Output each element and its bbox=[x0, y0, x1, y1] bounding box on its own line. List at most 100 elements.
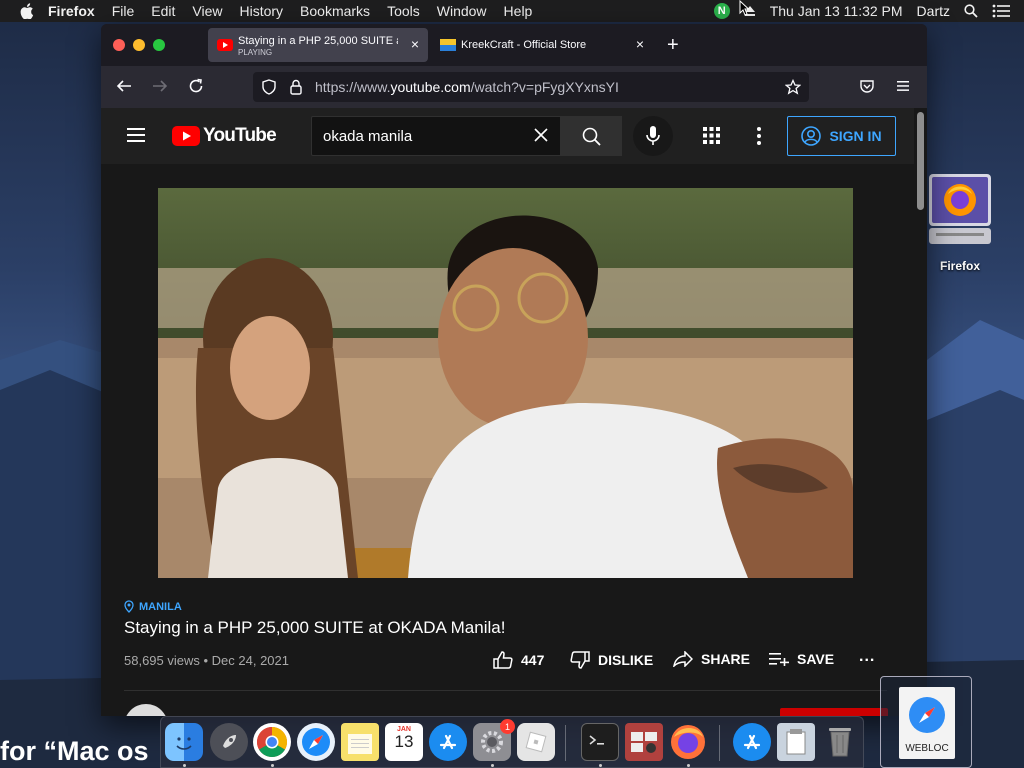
safari-compass-icon bbox=[909, 697, 945, 733]
n-app-icon[interactable]: N bbox=[713, 3, 730, 19]
menu-view[interactable]: View bbox=[192, 3, 222, 19]
terminal-prompt-icon bbox=[589, 735, 604, 745]
section-divider bbox=[124, 690, 887, 691]
youtube-header: YouTube okada manila SIGN IN bbox=[101, 108, 914, 164]
account-icon bbox=[801, 126, 822, 146]
terminal-icon[interactable] bbox=[581, 723, 619, 761]
sign-in-button[interactable]: SIGN IN bbox=[787, 116, 896, 156]
location-pin-icon bbox=[124, 600, 134, 613]
menu-edit[interactable]: Edit bbox=[151, 3, 175, 19]
menu-history[interactable]: History bbox=[239, 3, 283, 19]
new-tab-button[interactable]: + bbox=[667, 34, 679, 57]
notes-page-icon bbox=[348, 734, 372, 754]
sign-in-label: SIGN IN bbox=[829, 128, 882, 144]
safari-dock-compass-icon bbox=[302, 728, 330, 756]
apple-icon[interactable] bbox=[20, 3, 34, 19]
back-arrow-icon[interactable] bbox=[116, 78, 132, 94]
video-location[interactable]: MANILA bbox=[124, 600, 182, 613]
finder-running-dot bbox=[183, 764, 186, 767]
document-stack-icon bbox=[786, 729, 806, 755]
zoom-window-button[interactable] bbox=[153, 39, 165, 51]
desktop-webloc-file[interactable]: WEBLOC bbox=[880, 676, 972, 768]
chrome-icon[interactable] bbox=[253, 723, 291, 761]
firefox-disk-icon bbox=[929, 174, 991, 244]
scrollbar-thumb[interactable] bbox=[917, 112, 924, 210]
calendar-icon[interactable]: JAN 13 bbox=[385, 723, 423, 761]
voice-search-button[interactable] bbox=[633, 116, 673, 156]
close-window-button[interactable] bbox=[113, 39, 125, 51]
kreekcraft-favicon-icon bbox=[440, 39, 456, 51]
firefox-dock-icon[interactable] bbox=[669, 723, 707, 761]
channel-avatar[interactable] bbox=[124, 704, 168, 716]
clear-search-icon[interactable] bbox=[532, 126, 550, 144]
photo-booth-icon[interactable] bbox=[625, 723, 663, 761]
apps-grid-icon[interactable] bbox=[703, 127, 720, 144]
tab-youtube[interactable]: Staying in a PHP 25,000 SUITE at OKADA M… bbox=[208, 28, 428, 62]
launchpad-icon[interactable] bbox=[210, 723, 248, 761]
search-input[interactable]: okada manila bbox=[311, 116, 561, 156]
url-bar[interactable]: https://www.youtube.com/watch?v=pFygXYxn… bbox=[253, 72, 809, 102]
menu-tools[interactable]: Tools bbox=[387, 3, 420, 19]
menubar-user[interactable]: Dartz bbox=[917, 3, 950, 19]
video-player[interactable] bbox=[158, 188, 853, 578]
app-store-a-icon bbox=[439, 734, 457, 750]
spotlight-search-icon[interactable] bbox=[964, 4, 978, 18]
roblox-icon[interactable] bbox=[517, 723, 555, 761]
youtube-page: YouTube okada manila SIGN IN MANILA Stay… bbox=[101, 108, 927, 716]
menu-firefox[interactable]: Firefox bbox=[48, 3, 95, 19]
like-button[interactable]: 447 bbox=[493, 651, 544, 669]
reload-icon[interactable] bbox=[188, 78, 204, 94]
dislike-button[interactable]: DISLIKE bbox=[570, 651, 653, 669]
location-label: MANILA bbox=[139, 600, 182, 613]
save-button[interactable]: SAVE bbox=[769, 651, 834, 667]
firefox-window: Staying in a PHP 25,000 SUITE at OKADA M… bbox=[101, 24, 927, 716]
notes-icon[interactable] bbox=[341, 723, 379, 761]
microphone-icon bbox=[646, 126, 660, 145]
settings-more-icon[interactable] bbox=[756, 127, 762, 145]
menu-window[interactable]: Window bbox=[437, 3, 487, 19]
chrome-logo-icon bbox=[256, 727, 288, 758]
app-menu-icon[interactable] bbox=[895, 78, 911, 94]
pocket-icon[interactable] bbox=[859, 78, 875, 94]
dock-separator bbox=[719, 725, 720, 761]
safari-icon[interactable] bbox=[297, 723, 335, 761]
hamburger-menu-icon[interactable] bbox=[127, 128, 145, 142]
menu-bookmarks[interactable]: Bookmarks bbox=[300, 3, 370, 19]
notification-center-icon[interactable] bbox=[992, 4, 1010, 18]
search-button[interactable] bbox=[560, 116, 622, 156]
firefox-running-dot bbox=[687, 764, 690, 767]
menu-bar: Firefox File Edit View History Bookmarks… bbox=[0, 0, 1024, 22]
youtube-logo[interactable]: YouTube bbox=[172, 125, 277, 147]
video-title: Staying in a PHP 25,000 SUITE at OKADA M… bbox=[124, 618, 506, 637]
forward-arrow-icon[interactable] bbox=[152, 78, 168, 94]
video-views-date: 58,695 views • Dec 24, 2021 bbox=[124, 653, 289, 668]
youtube-favicon-icon bbox=[217, 39, 233, 51]
trash-icon[interactable] bbox=[821, 723, 859, 761]
app-store-icon[interactable] bbox=[429, 723, 467, 761]
page-scrollbar[interactable] bbox=[914, 108, 927, 716]
downloads-stack-icon[interactable] bbox=[777, 723, 815, 761]
close-tab-icon[interactable]: × bbox=[411, 36, 419, 52]
lock-icon[interactable] bbox=[289, 79, 303, 95]
menu-file[interactable]: File bbox=[112, 3, 135, 19]
share-button[interactable]: SHARE bbox=[673, 651, 750, 667]
tab-title: KreekCraft - Official Store bbox=[461, 39, 587, 51]
subscribe-button[interactable] bbox=[780, 708, 888, 716]
desktop-firefox-drive[interactable]: Firefox bbox=[926, 172, 994, 273]
share-label: SHARE bbox=[701, 651, 751, 667]
url-text[interactable]: https://www.youtube.com/watch?v=pFygXYxn… bbox=[315, 79, 619, 95]
menu-help[interactable]: Help bbox=[504, 3, 533, 19]
bookmark-star-icon[interactable] bbox=[785, 79, 801, 95]
more-actions-button[interactable]: ... bbox=[859, 648, 875, 666]
video-frame-image bbox=[158, 188, 853, 578]
menubar-clock[interactable]: Thu Jan 13 11:32 PM bbox=[770, 3, 903, 19]
minimize-window-button[interactable] bbox=[133, 39, 145, 51]
finder-icon[interactable] bbox=[165, 723, 203, 761]
tab-kreekcraft[interactable]: KreekCraft - Official Store × bbox=[431, 28, 653, 62]
system-preferences-icon[interactable]: 1 bbox=[473, 719, 515, 761]
background-window-text: for “Mac os bbox=[0, 736, 149, 766]
terminal-running-dot bbox=[599, 764, 602, 767]
tracking-shield-icon[interactable] bbox=[261, 79, 277, 95]
applications-folder-icon[interactable] bbox=[733, 723, 771, 761]
close-tab-icon[interactable]: × bbox=[636, 36, 644, 52]
